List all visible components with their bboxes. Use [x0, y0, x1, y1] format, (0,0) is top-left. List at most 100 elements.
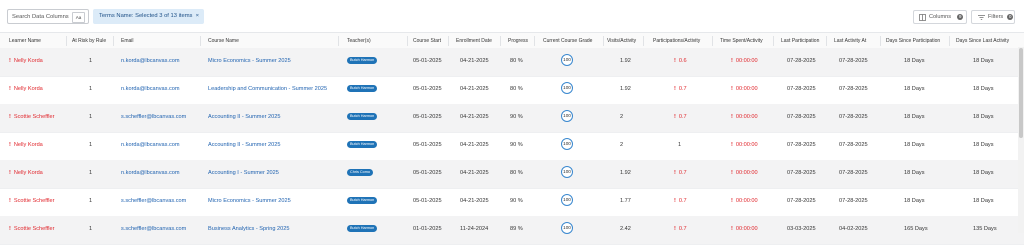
table-row[interactable]: ! Nelly Korda 1 n.korda@lbcanvas.com Micro E… [0, 48, 1024, 77]
table-row[interactable]: ! Nelly Korda 1 n.korda@lbcanvas.com Account… [0, 160, 1024, 189]
case-sensitive-toggle[interactable]: Aa [72, 12, 85, 23]
col-course-start[interactable]: Course Start [413, 38, 441, 44]
column-divider[interactable] [500, 36, 501, 46]
table-row[interactable]: ! Scottie Scheffler 1 s.scheffler@lbcanvas.… [0, 104, 1024, 133]
at-risk-count: 1 [89, 170, 93, 176]
teacher-badge: Butch Harmon [347, 225, 378, 232]
learner-name[interactable]: ! Scottie Scheffler [9, 114, 55, 120]
close-icon[interactable]: × [196, 9, 199, 24]
learner-name[interactable]: ! Scottie Scheffler [9, 226, 55, 232]
col-current-grade[interactable]: Current Course Grade [543, 38, 592, 44]
col-last-activity[interactable]: Last Activity At [834, 38, 866, 44]
search-input[interactable]: Search Data Columns Aa [7, 9, 89, 24]
grade-ring: 100 [561, 194, 573, 206]
table-row[interactable]: ! Scottie Scheffler 1 s.scheffler@lbcanvas.… [0, 188, 1024, 217]
alert-icon: ! [731, 226, 733, 232]
learner-name[interactable]: ! Nelly Korda [9, 86, 43, 92]
days-since-participation: 18 Days [904, 198, 925, 204]
filters-count: 0 [1007, 14, 1014, 20]
col-enrollment-date[interactable]: Enrollment Date [456, 38, 492, 44]
column-divider[interactable] [880, 36, 881, 46]
col-visits[interactable]: Visits/Activity [607, 38, 636, 44]
column-divider[interactable] [773, 36, 774, 46]
course-link[interactable]: Micro Economics - Summer 2025 [208, 58, 291, 64]
enrollment-date: 11-24-2024 [460, 226, 489, 232]
column-divider[interactable] [113, 36, 114, 46]
course-start: 05-01-2025 [413, 114, 442, 120]
participations-per-activity: ! 0.6 [674, 58, 687, 64]
col-days-since-participation[interactable]: Days Since Participation [886, 38, 940, 44]
col-progress[interactable]: Progress [508, 38, 528, 44]
col-participations[interactable]: Participations/Activity [653, 38, 700, 44]
column-divider[interactable] [826, 36, 827, 46]
table-row[interactable]: ! Nelly Korda 1 n.korda@lbcanvas.com Account… [0, 132, 1024, 161]
teacher-badge: Butch Harmon [347, 57, 378, 64]
column-divider[interactable] [949, 36, 950, 46]
email-link[interactable]: s.scheffler@lbcanvas.com [121, 198, 186, 204]
visits-per-activity: 1.77 [620, 198, 631, 204]
column-divider[interactable] [407, 36, 408, 46]
course-link[interactable]: Accounting II - Summer 2025 [208, 142, 280, 148]
terms-filter-chip[interactable]: Terms Name: Selected 3 of 13 items × [93, 9, 204, 24]
alert-icon: ! [731, 58, 733, 64]
alert-icon: ! [731, 86, 733, 92]
alert-icon: ! [9, 142, 11, 148]
visits-per-activity: 2.42 [620, 226, 631, 232]
col-at-risk[interactable]: At Risk by Rule [72, 38, 106, 44]
course-link[interactable]: Accounting I - Summer 2025 [208, 170, 279, 176]
column-divider[interactable] [643, 36, 644, 46]
course-link[interactable]: Business Analytics - Spring 2025 [208, 226, 289, 232]
column-divider[interactable] [712, 36, 713, 46]
days-since-participation: 18 Days [904, 114, 925, 120]
email-link[interactable]: n.korda@lbcanvas.com [121, 58, 180, 64]
time-spent-per-activity: ! 00:00:00 [731, 58, 758, 64]
column-divider[interactable] [338, 36, 339, 46]
column-divider[interactable] [200, 36, 201, 46]
email-link[interactable]: s.scheffler@lbcanvas.com [121, 226, 186, 232]
visits-per-activity: 1.92 [620, 86, 631, 92]
column-divider[interactable] [448, 36, 449, 46]
col-last-participation[interactable]: Last Participation [781, 38, 819, 44]
column-divider[interactable] [534, 36, 535, 46]
last-activity-at: 07-28-2025 [839, 58, 868, 64]
at-risk-count: 1 [89, 198, 93, 204]
col-course-name[interactable]: Course Name [208, 38, 239, 44]
participations-per-activity: 1 [678, 142, 682, 148]
col-learner-name[interactable]: Learner Name [9, 38, 41, 44]
course-link[interactable]: Micro Economics - Summer 2025 [208, 198, 291, 204]
alert-icon: ! [674, 86, 676, 92]
learner-name[interactable]: ! Scottie Scheffler [9, 198, 55, 204]
grade-ring: 100 [561, 54, 573, 66]
table-row[interactable]: ! Scottie Scheffler 1 s.scheffler@lbcanvas.… [0, 216, 1024, 245]
email-link[interactable]: n.korda@lbcanvas.com [121, 86, 180, 92]
visits-per-activity: 2 [620, 114, 624, 120]
course-link[interactable]: Leadership and Communication - Summer 20… [208, 86, 327, 92]
col-email[interactable]: Email [121, 38, 134, 44]
table-row[interactable]: ! Nelly Korda 1 n.korda@lbcanvas.com Leaders… [0, 76, 1024, 105]
teacher-badge: Butch Harmon [347, 141, 378, 148]
learner-name[interactable]: ! Nelly Korda [9, 170, 43, 176]
last-activity-at: 07-28-2025 [839, 142, 868, 148]
participations-per-activity: ! 0.7 [674, 170, 687, 176]
last-participation: 07-28-2025 [787, 142, 816, 148]
days-since-last-activity: 18 Days [973, 142, 994, 148]
col-days-since-last-activity[interactable]: Days Since Last Activity [956, 38, 1009, 44]
scrollbar-thumb[interactable] [1019, 48, 1023, 138]
email-link[interactable]: n.korda@lbcanvas.com [121, 142, 180, 148]
col-teachers[interactable]: Teacher(s) [347, 38, 371, 44]
course-link[interactable]: Accounting II - Summer 2025 [208, 114, 280, 120]
email-link[interactable]: n.korda@lbcanvas.com [121, 170, 180, 176]
grade-ring: 100 [561, 82, 573, 94]
column-divider[interactable] [66, 36, 67, 46]
alert-icon: ! [9, 114, 11, 120]
columns-button[interactable]: Columns 9 [913, 10, 967, 24]
filters-button[interactable]: Filters 0 [971, 10, 1015, 24]
column-divider[interactable] [603, 36, 604, 46]
col-time-spent[interactable]: Time Spent/Activity [720, 38, 763, 44]
days-since-last-activity: 18 Days [973, 170, 994, 176]
time-spent-per-activity: ! 00:00:00 [731, 226, 758, 232]
course-start: 05-01-2025 [413, 198, 442, 204]
learner-name[interactable]: ! Nelly Korda [9, 58, 43, 64]
learner-name[interactable]: ! Nelly Korda [9, 142, 43, 148]
email-link[interactable]: s.scheffler@lbcanvas.com [121, 114, 186, 120]
